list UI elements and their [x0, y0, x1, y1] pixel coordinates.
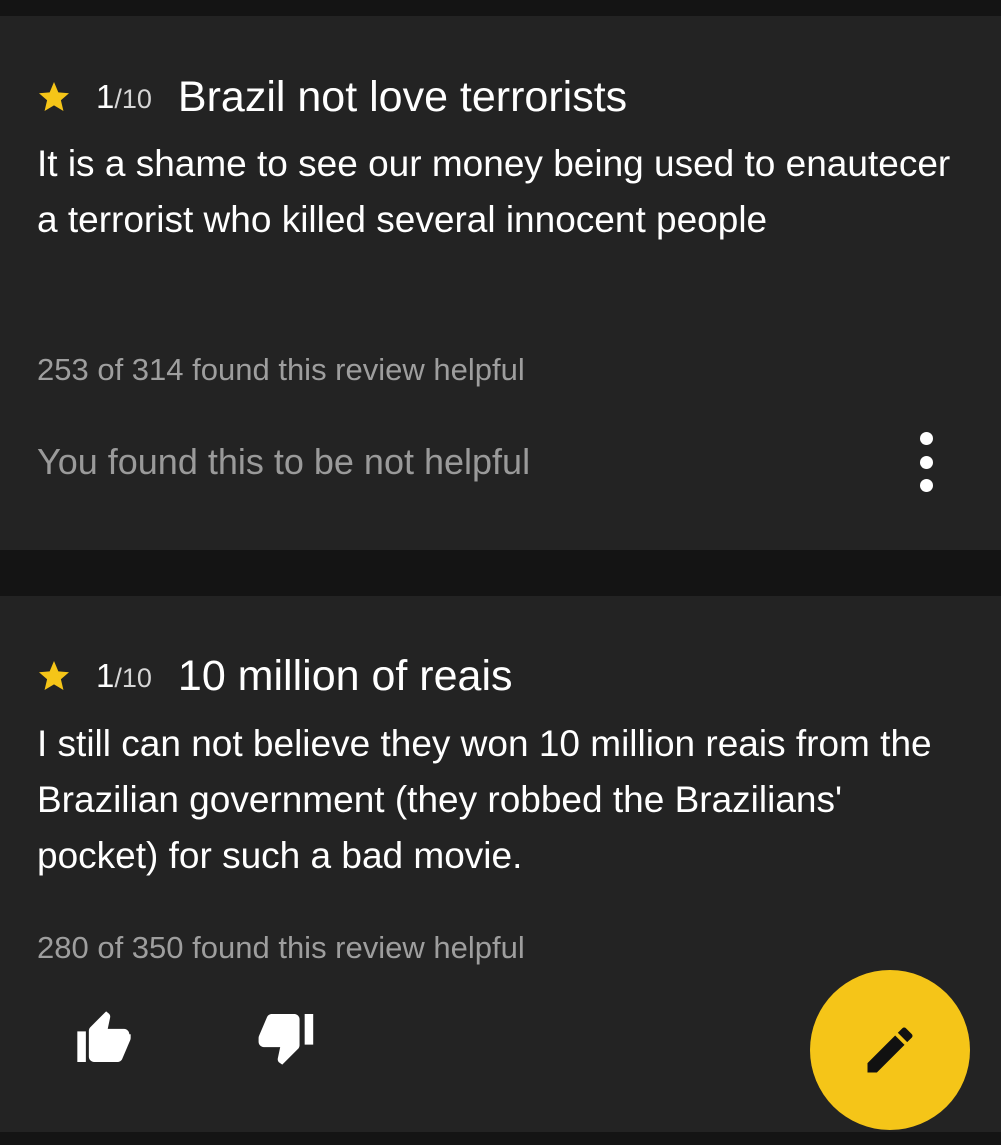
review-title: 10 million of reais — [177, 651, 513, 700]
thumbs-down-icon — [258, 1014, 314, 1065]
star-icon — [39, 661, 69, 690]
more-vert-icon[interactable] — [911, 432, 941, 492]
thumbs-up-button[interactable] — [68, 1002, 140, 1074]
pencil-icon — [867, 1027, 913, 1073]
vote-status: You found this to be not helpful — [37, 441, 531, 482]
review-score: 1/10 — [96, 657, 152, 695]
review-score: 1/10 — [96, 78, 152, 116]
star-icon — [39, 82, 69, 111]
write-review-button[interactable] — [810, 970, 970, 1130]
review-body: I still can not believe they won 10 mill… — [37, 723, 932, 876]
helpful-count: 253 of 314 found this review helpful — [37, 352, 525, 387]
thumbs-down-button[interactable] — [250, 1002, 322, 1074]
review-rating-row: 1/10 10 million of reais — [36, 646, 513, 706]
score-max: /10 — [114, 663, 152, 693]
review-body: It is a shame to see our money being use… — [37, 143, 951, 240]
thumbs-up-icon — [77, 1011, 131, 1062]
helpful-count: 280 of 350 found this review helpful — [37, 930, 525, 965]
review-card: 1/10 Brazil not love terrorists It is a … — [0, 16, 1001, 550]
score-value: 1 — [96, 78, 115, 115]
review-title: Brazil not love terrorists — [177, 72, 628, 121]
review-rating-row: 1/10 Brazil not love terrorists — [36, 67, 627, 127]
score-value: 1 — [96, 657, 115, 694]
score-max: /10 — [114, 84, 152, 114]
